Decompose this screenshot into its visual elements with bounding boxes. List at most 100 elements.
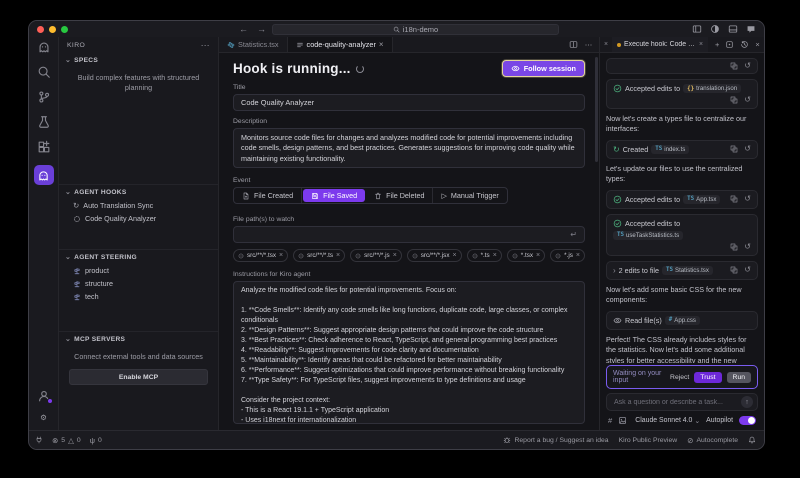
- minimize-window-button[interactable]: [49, 26, 56, 33]
- pattern-chip[interactable]: src/**/*.ts×: [293, 249, 345, 262]
- kiro-preview-label[interactable]: Kiro Public Preview: [619, 437, 678, 444]
- context-hash-icon[interactable]: #: [608, 416, 612, 425]
- trust-button[interactable]: Trust: [694, 372, 721, 383]
- remove-chip-icon[interactable]: ×: [536, 252, 540, 259]
- follow-session-button[interactable]: Follow session: [502, 60, 585, 77]
- run-button[interactable]: Run: [727, 372, 751, 383]
- event-file-saved-selected[interactable]: File Saved: [303, 189, 365, 202]
- toggle-panel-icon[interactable]: [728, 24, 738, 34]
- remote-indicator[interactable]: [35, 436, 43, 444]
- vibes-indicator[interactable]: ψ 0: [90, 436, 102, 445]
- editor-scrollbar[interactable]: [595, 57, 598, 162]
- file-pill[interactable]: TSApp.tsx: [683, 195, 720, 204]
- sidebar-more-icon[interactable]: ⋯: [201, 40, 210, 51]
- forward-icon[interactable]: →: [257, 21, 266, 37]
- instructions-textarea[interactable]: Analyze the modified code files for pote…: [233, 281, 585, 424]
- new-session-icon[interactable]: +: [715, 40, 719, 49]
- tab-code-quality-analyzer[interactable]: code-quality-analyzer ×: [288, 37, 393, 52]
- kiro-agent-view-active[interactable]: [34, 165, 54, 185]
- mcp-servers-header[interactable]: ⌄ MCP SERVERS: [59, 332, 218, 346]
- file-pill[interactable]: TSindex.ts: [651, 145, 689, 154]
- notifications-bell[interactable]: [748, 436, 756, 444]
- model-selector[interactable]: Claude Sonnet 4.0 ⌄: [635, 417, 700, 425]
- diff-icon[interactable]: [730, 243, 738, 251]
- event-file-created[interactable]: File Created: [234, 188, 302, 203]
- layout-split-icon[interactable]: [710, 24, 720, 34]
- attach-image-icon[interactable]: [618, 416, 627, 425]
- autopilot-toggle-on[interactable]: [739, 416, 756, 425]
- revert-icon[interactable]: ↺: [744, 266, 751, 274]
- remove-chip-icon[interactable]: ×: [452, 252, 456, 259]
- split-editor-icon[interactable]: [569, 40, 578, 49]
- reject-button[interactable]: Reject: [670, 374, 689, 381]
- remove-chip-icon[interactable]: ×: [576, 252, 580, 259]
- revert-icon[interactable]: ↺: [744, 195, 751, 203]
- pattern-chip[interactable]: src/**/*.js×: [350, 249, 402, 262]
- pattern-chip[interactable]: src/**/*.jsx×: [407, 249, 462, 262]
- chat-bubble-icon[interactable]: [746, 24, 756, 34]
- kiro-logo-icon[interactable]: [37, 40, 51, 54]
- event-manual-trigger[interactable]: ▷ Manual Trigger: [433, 188, 506, 203]
- tab-statistics[interactable]: Statistics.tsx: [219, 37, 288, 52]
- chat-input[interactable]: Ask a question or describe a task... ↑: [606, 393, 758, 411]
- back-icon[interactable]: ←: [239, 21, 248, 37]
- settings-gear-icon[interactable]: ⚙: [40, 412, 47, 424]
- diff-icon[interactable]: [730, 145, 738, 153]
- pattern-chip-clipped[interactable]: *.js×: [550, 249, 585, 262]
- chat-session-tab[interactable]: Execute hook: Code Q... ×: [612, 37, 708, 52]
- event-file-deleted[interactable]: File Deleted: [366, 188, 433, 203]
- file-pill[interactable]: #App.css: [665, 316, 700, 325]
- close-session-icon[interactable]: ×: [699, 41, 703, 48]
- steering-item-tech[interactable]: tech: [59, 290, 218, 303]
- agent-steering-header[interactable]: ⌄ AGENT STEERING: [59, 250, 218, 264]
- source-control-icon[interactable]: [37, 90, 51, 104]
- pattern-chip[interactable]: *.ts×: [467, 249, 502, 262]
- expand-icon[interactable]: ›: [613, 266, 616, 275]
- command-center-search[interactable]: i18n-demo: [272, 24, 559, 35]
- diff-icon[interactable]: [730, 62, 738, 70]
- agent-hooks-header[interactable]: ⌄ AGENT HOOKS: [59, 185, 218, 199]
- diff-icon[interactable]: [730, 96, 738, 104]
- steering-item-structure[interactable]: structure: [59, 277, 218, 290]
- remove-chip-icon[interactable]: ×: [279, 252, 283, 259]
- extensions-icon[interactable]: [37, 140, 51, 154]
- diff-icon[interactable]: [730, 195, 738, 203]
- more-actions-icon[interactable]: ⋯: [585, 40, 592, 49]
- history-icon[interactable]: [740, 40, 749, 49]
- close-window-button[interactable]: [37, 26, 44, 33]
- file-pill[interactable]: TSuseTaskStatistics.ts: [613, 231, 683, 240]
- diff-icon[interactable]: [730, 266, 738, 274]
- file-pill[interactable]: {}translation.json: [683, 84, 741, 93]
- revert-icon[interactable]: ↺: [744, 145, 751, 153]
- zoom-window-button[interactable]: [61, 26, 68, 33]
- autocomplete-indicator[interactable]: ⊘ Autocomplete: [687, 436, 738, 445]
- title-input[interactable]: Code Quality Analyzer: [233, 94, 585, 111]
- file-pill[interactable]: TSStatistics.tsx: [662, 266, 713, 275]
- enable-mcp-button[interactable]: Enable MCP: [69, 369, 208, 385]
- close-tab-icon[interactable]: ×: [600, 37, 612, 52]
- close-tab-icon[interactable]: ×: [379, 40, 384, 49]
- revert-icon[interactable]: ↺: [744, 62, 751, 70]
- toggle-sidebar-icon[interactable]: [692, 24, 702, 34]
- close-panel-icon[interactable]: ×: [755, 40, 759, 49]
- file-path-input[interactable]: ↵: [233, 226, 585, 243]
- hook-item-auto-translation[interactable]: ↻ Auto Translation Sync: [59, 199, 218, 212]
- problems-indicator[interactable]: ⊗ 5 △ 0: [52, 436, 81, 445]
- revert-icon[interactable]: ↺: [744, 243, 751, 251]
- send-button[interactable]: ↑: [741, 396, 753, 408]
- specs-header[interactable]: ⌄ SPECS: [59, 53, 218, 67]
- report-bug-button[interactable]: Report a bug / Suggest an idea: [503, 436, 608, 444]
- hook-item-code-quality[interactable]: Code Quality Analyzer: [59, 212, 218, 225]
- remove-chip-icon[interactable]: ×: [493, 252, 497, 259]
- revert-icon[interactable]: ↺: [744, 96, 751, 104]
- sessions-icon[interactable]: [725, 40, 734, 49]
- account-button[interactable]: [37, 389, 51, 403]
- remove-chip-icon[interactable]: ×: [393, 252, 397, 259]
- steering-item-product[interactable]: product: [59, 264, 218, 277]
- remove-chip-icon[interactable]: ×: [336, 252, 340, 259]
- pattern-chip[interactable]: *.tsx×: [507, 249, 545, 262]
- pattern-chip[interactable]: src/**/*.tsx×: [233, 249, 288, 262]
- testing-flask-icon[interactable]: [37, 115, 51, 129]
- description-textarea[interactable]: Monitors source code files for changes a…: [233, 128, 585, 168]
- search-view-icon[interactable]: [37, 65, 51, 79]
